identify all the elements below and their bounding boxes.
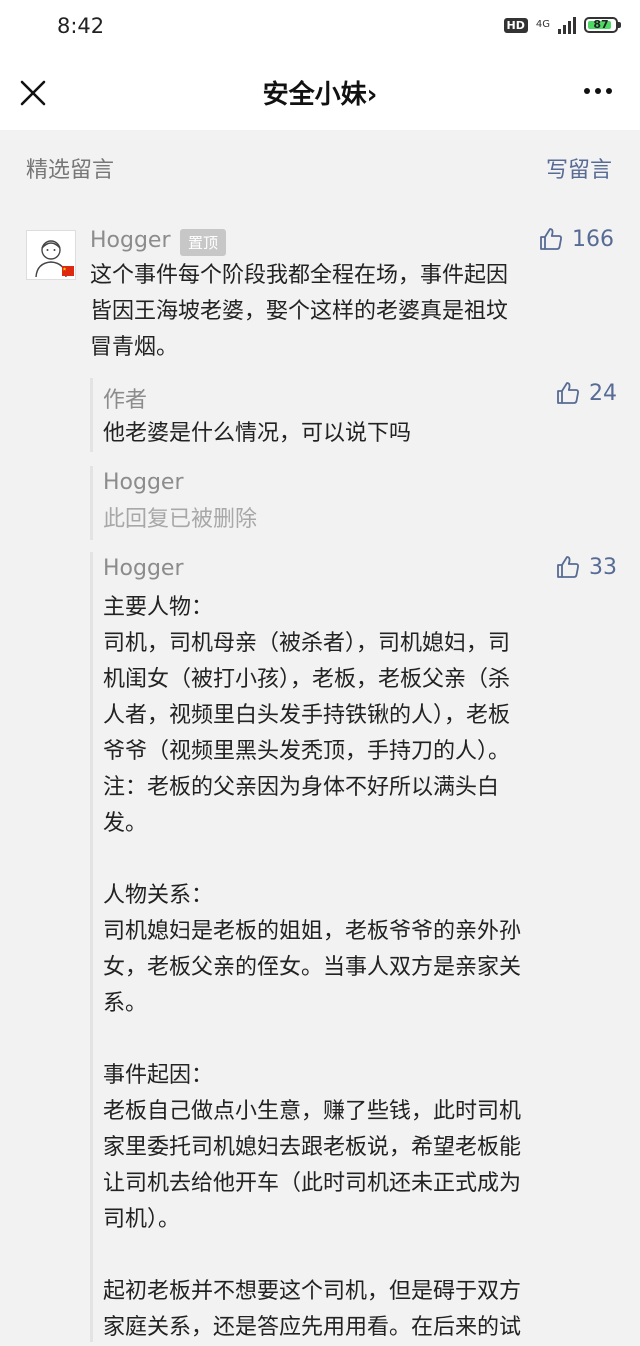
like-count: 166	[572, 226, 614, 252]
chevron-right-icon: ›	[366, 80, 378, 110]
reply-line: 司机媳妇是老板的姐姐，老板爷爷的亲外孙	[103, 919, 522, 944]
like-button[interactable]: 33	[555, 554, 617, 580]
status-time: 8:42	[57, 14, 105, 38]
reply-line: 主要人物：	[103, 595, 214, 620]
battery-level: 87	[593, 18, 609, 31]
reply-line: 老板自己做点小生意，赚了些钱，此时司机	[103, 1099, 522, 1124]
reply-line: 人物关系：	[103, 883, 214, 908]
reply-author: 作者	[103, 388, 148, 413]
reply-item: Hogger 33 主要人物： 司机，司机母亲（被杀者），司机媳妇，司 机闺女（…	[90, 552, 623, 1342]
reply-line: 让司机去给他开车（此时司机还未正式成为	[103, 1171, 522, 1196]
like-button[interactable]: 166	[538, 226, 614, 252]
pinned-badge: 置顶	[180, 229, 227, 256]
reply-line-blank	[103, 842, 613, 878]
reply-line: 人者，视频里白头发手持铁锹的人），老板	[103, 703, 511, 728]
like-button[interactable]: 24	[555, 380, 617, 406]
status-bar: 8:42 HD 4G 87	[0, 0, 640, 56]
write-comment-button[interactable]: 写留言	[546, 152, 612, 184]
reply-line: 家里委托司机媳妇去跟老板说，希望老板能	[103, 1135, 522, 1160]
thumb-up-icon	[540, 228, 562, 250]
status-icons: HD 4G 87	[503, 16, 621, 34]
reply-author[interactable]: Hogger	[103, 470, 184, 495]
reply-line-blank	[103, 1238, 613, 1274]
reply-line: 起初老板并不想要这个司机，但是碍于双方	[103, 1279, 522, 1304]
thumb-up-icon	[557, 382, 579, 404]
reply-line: 发。	[103, 811, 148, 836]
reply-text: 他老婆是什么情况，可以说下吗	[103, 421, 412, 446]
china-flag-icon	[62, 266, 74, 276]
network-type-label: 4G	[535, 19, 550, 30]
reply-text: 主要人物： 司机，司机母亲（被杀者），司机媳妇，司 机闺女（被打小孩），老板，老…	[103, 590, 613, 1346]
reply-line: 机闺女（被打小孩），老板，老板父亲（杀	[103, 667, 511, 692]
reply-item: 作者 24 他老婆是什么情况，可以说下吗	[90, 378, 623, 452]
comment-line: 这个事件每个阶段我都全程在场，事件起因	[90, 263, 509, 288]
reply-line: 爷爷（视频里黑头发秃顶，手持刀的人）。	[103, 739, 511, 764]
comment-line: 皆因王海坡老婆，娶个这样的老婆真是祖坟	[90, 299, 509, 324]
like-count: 24	[589, 380, 617, 406]
reply-line: 家庭关系，还是答应先用用看。在后来的试	[103, 1315, 522, 1340]
reply-item: Hogger 此回复已被删除	[90, 466, 623, 540]
page-title-text: 安全小妹	[262, 80, 367, 110]
signal-icon	[558, 16, 576, 34]
more-icon[interactable]	[584, 88, 612, 94]
reply-line: 司机）。	[103, 1207, 181, 1232]
reply-line: 事件起因：	[103, 1063, 214, 1088]
battery-icon: 87	[584, 17, 621, 33]
reply-line: 女，老板父亲的侄女。当事人双方是亲家关	[103, 955, 522, 980]
page-title[interactable]: 安全小妹›	[0, 74, 640, 111]
reply-line: 司机，司机母亲（被杀者），司机媳妇，司	[103, 631, 511, 656]
like-count: 33	[589, 554, 617, 580]
reply-author[interactable]: Hogger	[103, 556, 184, 581]
reply-line: 注：老板的父亲因为身体不好所以满头白	[103, 775, 500, 800]
reply-deleted-text: 此回复已被删除	[103, 507, 258, 532]
hd-icon: HD	[503, 17, 528, 33]
nav-bar: 安全小妹›	[0, 56, 640, 130]
reply-line-blank	[103, 1022, 613, 1058]
comment-author[interactable]: Hogger	[90, 228, 171, 253]
comments-header: 精选留言 写留言	[0, 130, 640, 200]
reply-line: 系。	[103, 991, 148, 1016]
thumb-up-icon	[557, 556, 579, 578]
comment-text: 这个事件每个阶段我都全程在场，事件起因 皆因王海坡老婆，娶个这样的老婆真是祖坟 …	[90, 258, 610, 366]
comment-line: 冒青烟。	[90, 335, 179, 360]
section-title: 精选留言	[26, 158, 115, 183]
